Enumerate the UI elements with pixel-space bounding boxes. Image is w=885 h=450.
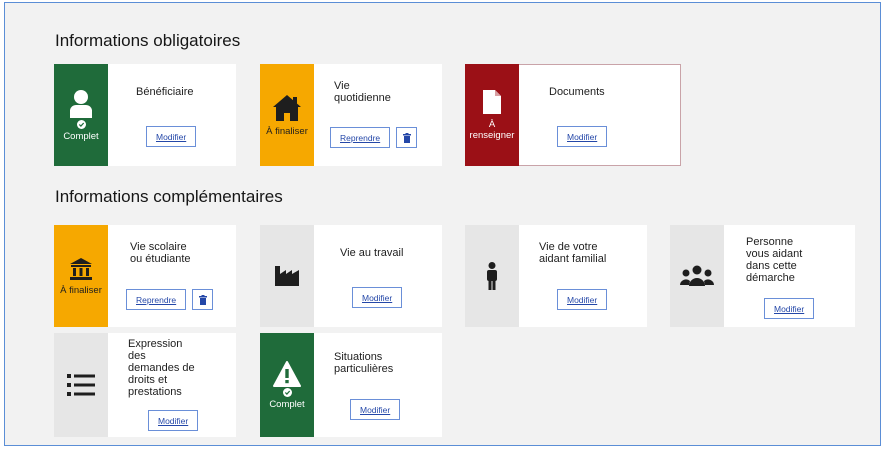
card-title: Vie scolaire ou étudiante: [130, 241, 191, 265]
modify-button[interactable]: Modifier: [764, 298, 815, 319]
card-aidant-familial: Vie de votre aidant familial Modifier: [465, 225, 647, 327]
card-beneficiaire: Complet Bénéficiaire Modifier: [54, 64, 236, 166]
card-vie-scolaire: À finaliser Vie scolaire ou étudiante Re…: [54, 225, 236, 327]
card-vie-au-travail: Vie au travail Modifier: [260, 225, 442, 327]
status-label: À finaliser: [266, 125, 308, 137]
card-documents: À renseigner Documents Modifier: [465, 64, 681, 166]
card-personne-aidant: Personne vous aidant dans cette démarche…: [670, 225, 855, 327]
card-title: Expression des demandes de droits et pre…: [128, 338, 195, 398]
status-to-fill: À renseigner: [465, 64, 519, 166]
status-to-finalize: À finaliser: [260, 64, 314, 166]
status-neutral: [260, 225, 314, 327]
home-icon: [273, 94, 301, 121]
modify-button[interactable]: Modifier: [350, 399, 401, 420]
card-vie-quotidienne: À finaliser Vie quotidienne Reprendre: [260, 64, 442, 166]
status-label: Complet: [63, 130, 99, 142]
modify-button[interactable]: Modifier: [146, 126, 197, 147]
school-icon: [70, 257, 92, 280]
warning-icon: [273, 360, 301, 387]
card-title: Bénéficiaire: [136, 86, 194, 98]
delete-button[interactable]: [396, 127, 418, 148]
status-label: À renseigner: [469, 119, 515, 141]
status-complete: Complet: [260, 333, 314, 437]
status-label: Complet: [269, 398, 305, 410]
card-title: Vie au travail: [340, 247, 404, 259]
modify-button[interactable]: Modifier: [352, 287, 403, 308]
factory-icon: [275, 266, 299, 286]
card-situations: Complet Situations particulières Modifie…: [260, 333, 442, 437]
status-to-finalize: À finaliser: [54, 225, 108, 327]
delete-button[interactable]: [192, 289, 214, 310]
trash-icon: [198, 294, 207, 305]
resume-button[interactable]: Reprendre: [126, 289, 187, 310]
person-icon: [487, 262, 497, 290]
card-title: Vie quotidienne: [334, 80, 391, 104]
modify-button[interactable]: Modifier: [148, 410, 199, 431]
user-icon: [70, 89, 92, 118]
card-expression: Expression des demandes de droits et pre…: [54, 333, 236, 437]
form-panel: Informations obligatoires Complet Bénéfi…: [4, 2, 881, 446]
card-title: Personne vous aidant dans cette démarche: [746, 236, 803, 284]
list-icon: [67, 374, 95, 396]
status-neutral: [670, 225, 724, 327]
complementary-section-title: Informations complémentaires: [55, 187, 283, 206]
modify-button[interactable]: Modifier: [557, 289, 608, 310]
resume-button[interactable]: Reprendre: [330, 127, 391, 148]
status-label: À finaliser: [60, 284, 102, 296]
check-icon: [76, 119, 86, 129]
status-neutral: [465, 225, 519, 327]
card-title: Vie de votre aidant familial: [539, 241, 607, 265]
mandatory-section-title: Informations obligatoires: [55, 31, 241, 50]
modify-button[interactable]: Modifier: [557, 126, 608, 147]
group-icon: [680, 265, 714, 286]
trash-icon: [402, 132, 411, 143]
card-title: Documents: [549, 86, 605, 98]
check-icon: [282, 387, 292, 397]
status-neutral: [54, 333, 108, 437]
status-complete: Complet: [54, 64, 108, 166]
card-title: Situations particulières: [334, 351, 394, 375]
document-icon: [482, 90, 501, 114]
